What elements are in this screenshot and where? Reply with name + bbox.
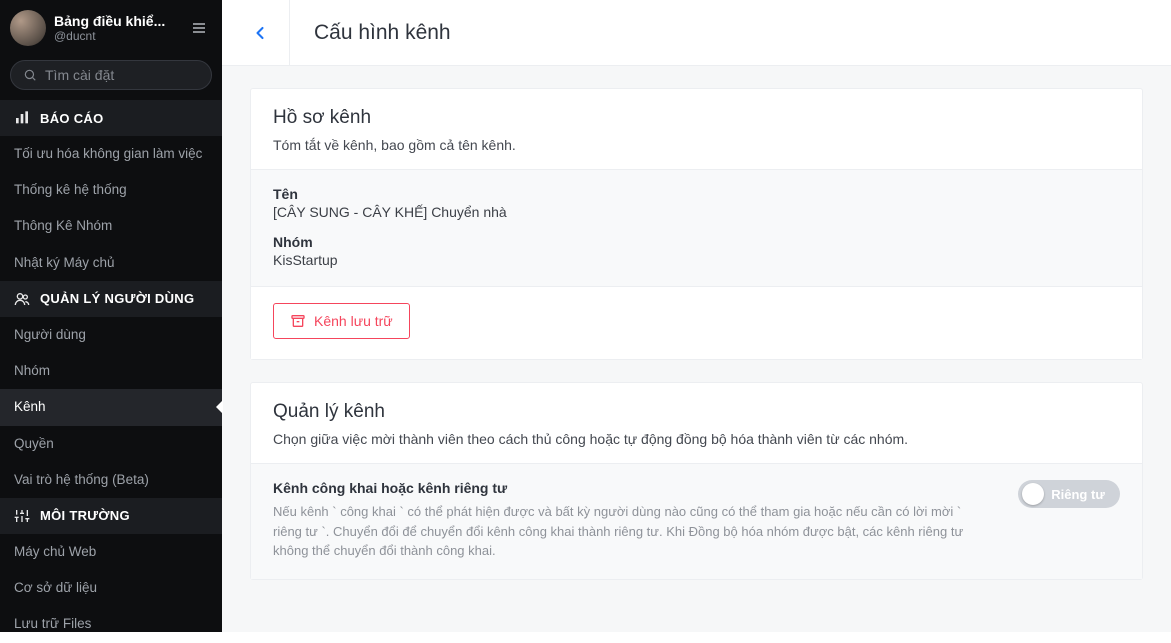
sidebar-item-label: Cơ sở dữ liệu (14, 580, 97, 595)
toggle-description: Nếu kênh ` công khai ` có thể phát hiện … (273, 502, 990, 561)
sidebar-item-groups[interactable]: Nhóm (0, 353, 222, 389)
archive-channel-button[interactable]: Kênh lưu trữ (273, 303, 410, 339)
card-head: Quản lý kênh Chọn giữa việc mời thành vi… (251, 383, 1142, 463)
sidebar-item-system-stats[interactable]: Thống kê hệ thống (0, 172, 222, 208)
field-value: [CÂY SUNG - CÂY KHẾ] Chuyển nhà (273, 204, 1120, 220)
field-label: Tên (273, 186, 1120, 202)
topbar: Cấu hình kênh (222, 0, 1171, 66)
sidebar-item-file-storage[interactable]: Lưu trữ Files (0, 606, 222, 642)
card-body: Tên [CÂY SUNG - CÂY KHẾ] Chuyển nhà Nhóm… (251, 169, 1142, 286)
card-title: Quản lý kênh (273, 401, 1120, 423)
sidebar-item-group-stats[interactable]: Thông Kê Nhóm (0, 208, 222, 244)
sidebar-section-label: QUẢN LÝ NGƯỜI DÙNG (40, 291, 194, 306)
sidebar-section-reports[interactable]: BÁO CÁO (0, 100, 222, 136)
sidebar-search-wrap (0, 54, 222, 100)
toggle-state-label: Riêng tư (1044, 487, 1116, 502)
field-label: Nhóm (273, 234, 1120, 250)
hamburger-menu-button[interactable] (186, 15, 212, 41)
sidebar-item-database[interactable]: Cơ sở dữ liệu (0, 570, 222, 606)
chevron-left-icon (250, 23, 270, 43)
content-scroll[interactable]: Hồ sơ kênh Tóm tắt về kênh, bao gồm cả t… (222, 66, 1171, 632)
sidebar-item-label: Kênh (14, 399, 46, 414)
menu-icon (191, 20, 207, 36)
card-title: Hồ sơ kênh (273, 107, 1120, 129)
sidebar-item-label: Nhóm (14, 363, 50, 378)
card-subtitle: Chọn giữa việc mời thành viên theo cách … (273, 431, 1120, 447)
button-label: Kênh lưu trữ (314, 313, 393, 329)
card-head: Hồ sơ kênh Tóm tắt về kênh, bao gồm cả t… (251, 89, 1142, 169)
field-value: KisStartup (273, 252, 1120, 268)
page-title: Cấu hình kênh (314, 21, 451, 45)
card-subtitle: Tóm tắt về kênh, bao gồm cả tên kênh. (273, 137, 1120, 153)
sidebar-item-label: Máy chủ Web (14, 544, 96, 559)
avatar[interactable] (10, 10, 46, 46)
sidebar-section-environment[interactable]: MÔI TRƯỜNG (0, 498, 222, 534)
archive-icon (290, 313, 306, 329)
sidebar-item-label: Thống kê hệ thống (14, 182, 127, 197)
main: Cấu hình kênh Hồ sơ kênh Tóm tắt về kênh… (222, 0, 1171, 632)
sidebar-item-label: Người dùng (14, 327, 86, 342)
sidebar-item-channels[interactable]: Kênh (0, 389, 222, 425)
sidebar-item-server-logs[interactable]: Nhật ký Máy chủ (0, 245, 222, 281)
sidebar-section-label: BÁO CÁO (40, 111, 104, 126)
back-area (230, 0, 290, 65)
sidebar-section-user-mgmt[interactable]: QUẢN LÝ NGƯỜI DÙNG (0, 281, 222, 317)
sidebar-item-users[interactable]: Người dùng (0, 317, 222, 353)
row-privacy-toggle: Kênh công khai hoặc kênh riêng tư Nếu kê… (251, 463, 1142, 579)
bar-chart-icon (14, 110, 30, 126)
user-handle: @ducnt (54, 29, 186, 43)
sidebar-section-label: MÔI TRƯỜNG (40, 508, 130, 523)
card-actions: Kênh lưu trữ (251, 286, 1142, 359)
field-channel-name: Tên [CÂY SUNG - CÂY KHẾ] Chuyển nhà (273, 186, 1120, 220)
toggle-text: Kênh công khai hoặc kênh riêng tư Nếu kê… (273, 480, 990, 561)
sliders-icon (14, 508, 30, 524)
card-channel-management: Quản lý kênh Chọn giữa việc mời thành vi… (250, 382, 1143, 580)
sidebar-header: Bảng điều khiể... @ducnt (0, 0, 222, 54)
sidebar-item-system-roles[interactable]: Vai trò hệ thống (Beta) (0, 462, 222, 498)
sidebar-item-label: Thông Kê Nhóm (14, 218, 112, 233)
sidebar-user-block: Bảng điều khiể... @ducnt (54, 13, 186, 43)
sidebar-item-label: Nhật ký Máy chủ (14, 255, 115, 270)
sidebar-item-label: Quyền (14, 436, 54, 451)
sidebar-item-permissions[interactable]: Quyền (0, 426, 222, 462)
users-icon (14, 291, 30, 307)
sidebar-item-web-server[interactable]: Máy chủ Web (0, 534, 222, 570)
sidebar-item-label: Vai trò hệ thống (Beta) (14, 472, 149, 487)
sidebar-search[interactable] (10, 60, 212, 90)
search-input[interactable] (45, 67, 199, 83)
card-channel-profile: Hồ sơ kênh Tóm tắt về kênh, bao gồm cả t… (250, 88, 1143, 360)
sidebar: Bảng điều khiể... @ducnt BÁO CÁO Tối ưu … (0, 0, 222, 632)
field-channel-group: Nhóm KisStartup (273, 234, 1120, 268)
sidebar-item-workspace-optimizer[interactable]: Tối ưu hóa không gian làm việc (0, 136, 222, 172)
back-button[interactable] (245, 18, 275, 48)
workspace-title: Bảng điều khiể... (54, 13, 186, 29)
sidebar-item-label: Tối ưu hóa không gian làm việc (14, 146, 202, 161)
toggle-title: Kênh công khai hoặc kênh riêng tư (273, 480, 990, 496)
toggle-knob (1022, 483, 1044, 505)
sidebar-item-label: Lưu trữ Files (14, 616, 91, 631)
privacy-toggle-switch[interactable]: Riêng tư (1018, 480, 1120, 508)
search-icon (23, 67, 37, 83)
